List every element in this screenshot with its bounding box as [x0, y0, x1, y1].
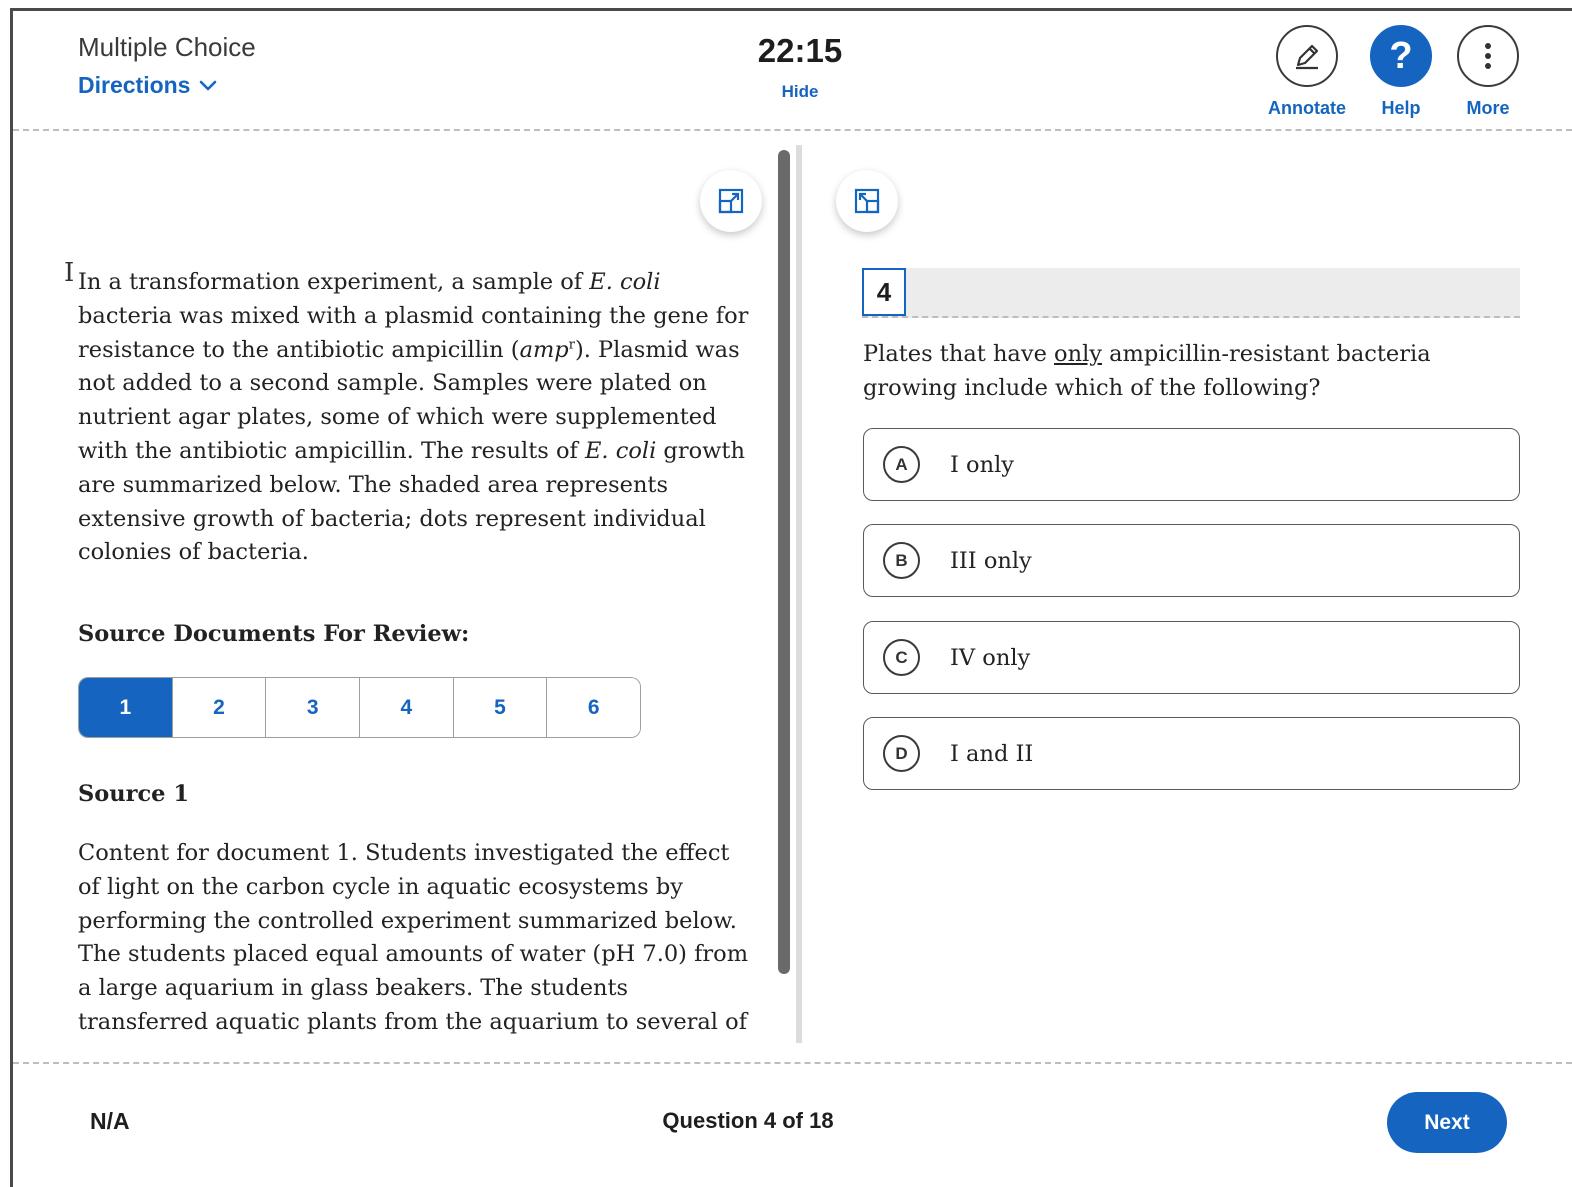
section-title: Multiple Choice: [78, 32, 256, 62]
choice-letter: A: [883, 446, 920, 483]
help-icon: ?: [1370, 25, 1432, 87]
choice-c[interactable]: C IV only: [863, 621, 1520, 694]
question-number-bar: [862, 268, 1520, 318]
source-documents-heading: Source Documents For Review:: [78, 621, 470, 647]
choice-b[interactable]: B III only: [863, 524, 1520, 597]
source-tab-2[interactable]: 2: [172, 678, 267, 737]
source-tab-3[interactable]: 3: [266, 678, 361, 737]
chevron-down-icon: [200, 80, 217, 90]
expand-pane-icon: [718, 188, 744, 214]
source-tab-4[interactable]: 4: [360, 678, 454, 737]
source-tab-1[interactable]: 1: [79, 678, 173, 737]
passage-text: In a transformation experiment, a sample…: [78, 269, 749, 566]
annotate-label: Annotate: [1268, 98, 1346, 118]
header-divider: [13, 129, 1572, 131]
choice-d[interactable]: D I and II: [863, 717, 1520, 790]
pencil-icon: [1276, 25, 1338, 87]
source-content: Content for document 1. Students investi…: [78, 840, 749, 1035]
directions-toggle[interactable]: Directions: [78, 72, 218, 99]
collapse-pane-icon: [854, 188, 880, 214]
text-cursor-icon: I: [64, 258, 75, 288]
question-progress: Question 4 of 18: [662, 1108, 834, 1133]
choice-text: I only: [950, 451, 1014, 478]
source-tab-6[interactable]: 6: [547, 678, 640, 737]
footer-status: N/A: [90, 1108, 130, 1134]
annotate-button[interactable]: Annotate: [1262, 25, 1352, 119]
help-label: Help: [1381, 98, 1421, 118]
timer: 22:15: [757, 32, 843, 69]
more-vertical-icon: [1457, 25, 1519, 87]
pane-divider[interactable]: [796, 145, 802, 1043]
expand-passage-button[interactable]: [700, 170, 762, 232]
question-number: 4: [862, 268, 906, 316]
source-title: Source 1: [78, 781, 189, 807]
more-label: More: [1466, 98, 1510, 118]
choice-letter: B: [883, 542, 920, 579]
choice-text: I and II: [950, 740, 1034, 767]
choice-letter: D: [883, 735, 920, 772]
choice-text: III only: [950, 547, 1032, 574]
question-stem: Plates that have only ampicillin-resista…: [863, 341, 1431, 401]
choice-letter: C: [883, 639, 920, 676]
source-tab-5[interactable]: 5: [453, 678, 548, 737]
help-button[interactable]: ? Help: [1356, 25, 1446, 119]
directions-label: Directions: [78, 72, 191, 98]
more-button[interactable]: More: [1443, 25, 1533, 119]
hide-timer-button[interactable]: Hide: [700, 82, 900, 102]
choice-a[interactable]: A I only: [863, 428, 1520, 501]
choice-text: IV only: [950, 644, 1031, 671]
expand-question-button[interactable]: [836, 170, 898, 232]
footer-divider: [13, 1062, 1572, 1064]
source-tabs: 1 2 3 4 5 6: [78, 677, 641, 738]
next-button[interactable]: Next: [1387, 1092, 1507, 1153]
passage-scrollbar[interactable]: [778, 150, 790, 974]
